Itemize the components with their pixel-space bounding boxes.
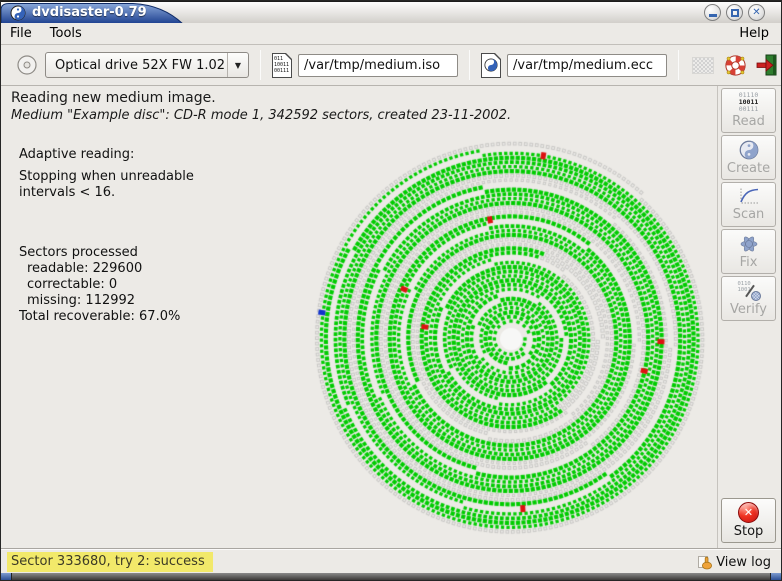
- action-sidebar: 01110 10011 00111 Read Create Scan: [717, 86, 779, 548]
- status-message: Sector 333680, try 2: success: [7, 552, 213, 572]
- scan-curve-icon: [738, 187, 760, 206]
- fix-splat-icon: [739, 234, 759, 254]
- read-binary-icon: 01110 10011 00111: [739, 92, 759, 113]
- preferences-icon-disabled: [692, 57, 714, 74]
- minimize-button[interactable]: [704, 4, 721, 21]
- image-file-icon: 011 10011 00111: [272, 53, 292, 78]
- drive-selector-value: Optical drive 52X FW 1.02: [46, 58, 227, 73]
- verify-label: Verify: [730, 302, 767, 317]
- window-corner-grip-left[interactable]: [1, 573, 12, 580]
- stopping-condition-line1: Stopping when unreadable: [19, 169, 194, 185]
- sector-spiral-visualization: [229, 135, 721, 548]
- fix-button[interactable]: Fix: [721, 229, 776, 274]
- minimize-icon: [709, 14, 717, 17]
- statusbar: Sector 333680, try 2: success View log: [1, 548, 781, 575]
- chevron-down-icon[interactable]: ▼: [227, 53, 248, 77]
- create-yinyang-icon: [739, 140, 759, 160]
- toolbar-separator: [678, 50, 679, 80]
- toolbar-separator: [260, 50, 261, 80]
- verify-button[interactable]: 0110 1001 Verify: [721, 276, 776, 321]
- ecc-yinyang-icon: [484, 58, 498, 72]
- maximize-icon: [731, 9, 739, 17]
- app-logo-yinyang-icon: [10, 5, 26, 21]
- view-log-button[interactable]: View log: [697, 554, 771, 570]
- toolbar: Optical drive 52X FW 1.02 ▼ 011 10011 00…: [1, 45, 781, 86]
- reading-mode-label: Adaptive reading:: [19, 147, 194, 163]
- read-label: Read: [732, 114, 765, 129]
- reading-stats-panel: Adaptive reading: Stopping when unreadab…: [19, 147, 194, 325]
- verify-compare-icon: 0110 1001: [736, 281, 762, 301]
- drive-selector-dropdown[interactable]: Optical drive 52X FW 1.02 ▼: [45, 52, 249, 78]
- read-button[interactable]: 01110 10011 00111 Read: [721, 88, 776, 133]
- icon-binary-line: 00111: [274, 68, 291, 74]
- ecc-file-icon: [481, 53, 501, 78]
- close-button[interactable]: ✕: [748, 4, 765, 21]
- readable-count: readable: 229600: [19, 261, 194, 277]
- activity-message: Reading new medium image.: [11, 90, 216, 106]
- fix-label: Fix: [740, 255, 758, 270]
- help-lifebelt-button[interactable]: [722, 51, 748, 79]
- menu-file[interactable]: File: [1, 24, 41, 43]
- close-icon: ✕: [752, 8, 760, 18]
- quit-button[interactable]: [754, 51, 780, 79]
- window-bottom-edge: [1, 573, 781, 580]
- view-log-label: View log: [716, 555, 771, 570]
- hand-pointer-icon: [697, 554, 713, 570]
- titlebar[interactable]: dvdisaster-0.79 ✕: [1, 1, 781, 23]
- maximize-button[interactable]: [726, 4, 743, 21]
- window-title: dvdisaster-0.79: [32, 5, 147, 20]
- stop-button[interactable]: ✕ Stop: [721, 498, 776, 543]
- verify-ball-icon: [751, 291, 761, 301]
- lifebelt-icon: [724, 54, 747, 77]
- stop-x-icon: ✕: [738, 502, 759, 523]
- scan-button[interactable]: Scan: [721, 182, 776, 227]
- exit-door-icon: [755, 53, 779, 77]
- sectors-processed-label: Sectors processed: [19, 245, 194, 261]
- doc-fold-icon: [286, 53, 292, 59]
- stop-label: Stop: [734, 524, 764, 539]
- doc-fold-icon: [495, 53, 501, 59]
- menu-help[interactable]: Help: [727, 24, 781, 43]
- medium-info-message: Medium "Example disc": CD-R mode 1, 3425…: [11, 108, 511, 123]
- menubar: File Tools Help: [1, 23, 781, 45]
- dvdisaster-window: dvdisaster-0.79 ✕ File Tools Help Optica…: [0, 0, 782, 581]
- window-controls: ✕: [704, 4, 765, 21]
- create-button[interactable]: Create: [721, 135, 776, 180]
- ecc-path-input[interactable]: [507, 54, 667, 77]
- menu-tools[interactable]: Tools: [41, 24, 91, 43]
- correctable-count: correctable: 0: [19, 277, 194, 293]
- window-corner-grip-right[interactable]: [770, 573, 781, 580]
- toolbar-separator: [469, 50, 470, 80]
- optical-drive-icon: [15, 53, 39, 77]
- create-label: Create: [727, 161, 770, 176]
- stopping-condition-line2: intervals < 16.: [19, 185, 194, 201]
- iso-path-input[interactable]: [298, 54, 458, 77]
- total-recoverable: Total recoverable: 67.0%: [19, 309, 194, 325]
- missing-count: missing: 112992: [19, 293, 194, 309]
- scan-label: Scan: [733, 207, 765, 222]
